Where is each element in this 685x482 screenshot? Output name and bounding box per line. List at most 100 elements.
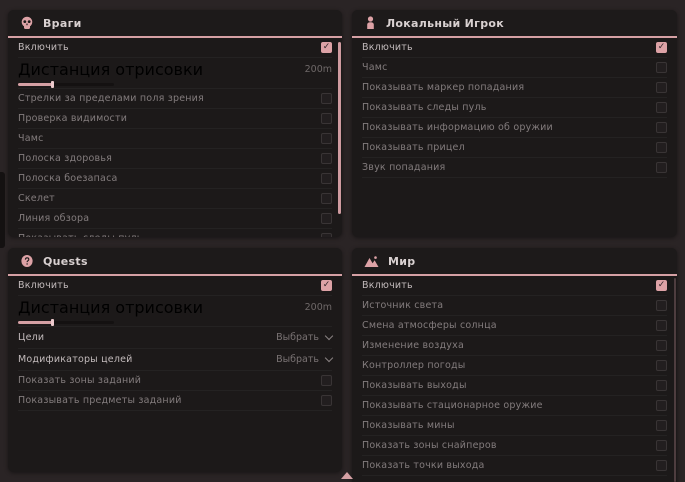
settings-row: Чамс	[362, 58, 667, 78]
row-label: Линия обзора	[18, 213, 89, 224]
checkbox[interactable]	[321, 395, 332, 406]
slider-handle[interactable]	[51, 319, 54, 326]
checkmark-icon: ✓	[323, 281, 331, 290]
settings-row: Полоска боезапаса	[18, 169, 332, 189]
panel-rows: Включить✓Дистанция отрисовки200mЦелиВыбр…	[8, 276, 342, 411]
row-label: Показывать выходы	[362, 380, 467, 391]
checkbox[interactable]	[321, 133, 332, 144]
settings-row: Стрелки за пределами поля зрения	[18, 89, 332, 109]
settings-row: Изменение воздуха	[362, 336, 667, 356]
row-label: Включить	[362, 280, 413, 291]
slider-handle[interactable]	[51, 81, 54, 88]
checkbox[interactable]	[656, 380, 667, 391]
checkbox[interactable]	[656, 62, 667, 73]
row-label: Цели	[18, 332, 44, 343]
panel-enemies: Враги Включить ✓ Дистанция отрисовки200m Ст…	[8, 10, 342, 237]
row-label: Показывать мины	[362, 420, 455, 431]
checkbox[interactable]	[321, 213, 332, 224]
checkbox[interactable]	[656, 460, 667, 471]
dropdown[interactable]: Выбрать	[276, 332, 332, 343]
slider-fill	[18, 83, 53, 86]
settings-row: Показать зоны заданий	[18, 371, 332, 391]
slider-row-top: Дистанция отрисовки 200m	[18, 298, 332, 317]
checkbox[interactable]	[656, 142, 667, 153]
row-label: Полоска боезапаса	[18, 173, 118, 184]
row-label: Полоска здоровья	[18, 153, 112, 164]
slider[interactable]	[18, 83, 114, 86]
settings-row: Показывать прицел	[362, 138, 667, 158]
panel-rows: Включить✓Источник светаСмена атмосферы с…	[352, 276, 677, 476]
world-icon	[364, 255, 379, 268]
scroll-indicator-triangle[interactable]	[341, 472, 353, 479]
checkbox[interactable]	[656, 162, 667, 173]
settings-row: Модификаторы целей Выбрать	[18, 349, 332, 371]
dropdown[interactable]: Выбрать	[276, 354, 332, 365]
panel-local-player: Локальный Игрок Включить✓ЧамсПоказывать …	[352, 10, 677, 237]
checkbox[interactable]: ✓	[321, 42, 332, 53]
slider-value: 200m	[305, 302, 332, 313]
settings-row-slider: Дистанция отрисовки 200m	[18, 296, 332, 327]
scrollbar-thumb[interactable]	[338, 42, 341, 214]
checkbox[interactable]: ✓	[656, 280, 667, 291]
settings-row: Показывать маркер попадания	[362, 78, 667, 98]
checkbox[interactable]: ✓	[321, 280, 332, 291]
panel-rows: Включить ✓ Дистанция отрисовки200m Стрелки …	[8, 38, 342, 237]
settings-row: Проверка видимости	[18, 109, 332, 129]
scrollbar-thumb[interactable]	[674, 278, 676, 482]
row-label: Включить	[18, 42, 69, 53]
row-label: Дистанция отрисовки	[18, 298, 203, 317]
settings-row: Линия обзора	[18, 209, 332, 229]
settings-row: Чамс	[18, 129, 332, 149]
slider-row-top: Дистанция отрисовки200m	[18, 60, 332, 79]
settings-row: Звук попадания	[362, 158, 667, 178]
checkbox[interactable]	[321, 375, 332, 386]
row-label: Показывать стационарное оружие	[362, 400, 543, 411]
checkbox[interactable]	[656, 360, 667, 371]
slider-value: 200m	[305, 64, 332, 75]
checkbox[interactable]	[321, 193, 332, 204]
slider[interactable]	[18, 321, 114, 324]
row-label: Показывать следы пуль	[362, 102, 487, 113]
settings-row: Показывать мины	[362, 416, 667, 436]
settings-row: Включить ✓	[362, 276, 667, 296]
row-label: Модификаторы целей	[18, 354, 133, 365]
settings-row: Показывать выходы	[362, 376, 667, 396]
settings-row: Показывать стационарное оружие	[362, 396, 667, 416]
settings-row: Показать точки выхода	[362, 456, 667, 476]
checkbox[interactable]	[656, 122, 667, 133]
settings-row: Включить ✓	[18, 38, 332, 58]
row-label: Показывать информацию об оружии	[362, 122, 553, 133]
row-label: Звук попадания	[362, 162, 445, 173]
checkbox[interactable]	[656, 340, 667, 351]
row-label: Показать зоны заданий	[18, 375, 141, 386]
checkbox[interactable]	[321, 93, 332, 104]
row-label: Проверка видимости	[18, 113, 127, 124]
row-label: Включить	[362, 42, 413, 53]
checkbox[interactable]	[656, 440, 667, 451]
checkbox[interactable]	[656, 320, 667, 331]
panel-title: Враги	[43, 17, 82, 30]
checkbox[interactable]	[321, 233, 332, 237]
quests-icon	[20, 254, 34, 268]
checkbox[interactable]	[321, 173, 332, 184]
panel-world-header: Мир	[352, 248, 677, 276]
row-label: Показывать следы пуль	[18, 233, 143, 237]
panel-rows: Включить ✓ ЧамсПоказывать маркер попадания…	[352, 38, 677, 178]
row-label: Стрелки за пределами поля зрения	[18, 93, 204, 104]
checkbox[interactable]	[321, 113, 332, 124]
checkbox[interactable]	[656, 420, 667, 431]
checkbox[interactable]	[656, 400, 667, 411]
row-label: Скелет	[18, 193, 55, 204]
panel-title: Локальный Игрок	[386, 17, 504, 30]
checkbox[interactable]	[656, 300, 667, 311]
checkbox[interactable]	[656, 82, 667, 93]
settings-row: Скелет	[18, 189, 332, 209]
panel-title: Quests	[43, 255, 88, 268]
panel-title: Мир	[388, 255, 415, 268]
slider-fill	[18, 321, 53, 324]
checkbox[interactable]	[656, 102, 667, 113]
checkmark-icon: ✓	[658, 43, 666, 52]
panel-local-player-header: Локальный Игрок	[352, 10, 677, 38]
checkbox[interactable]: ✓	[656, 42, 667, 53]
checkbox[interactable]	[321, 153, 332, 164]
